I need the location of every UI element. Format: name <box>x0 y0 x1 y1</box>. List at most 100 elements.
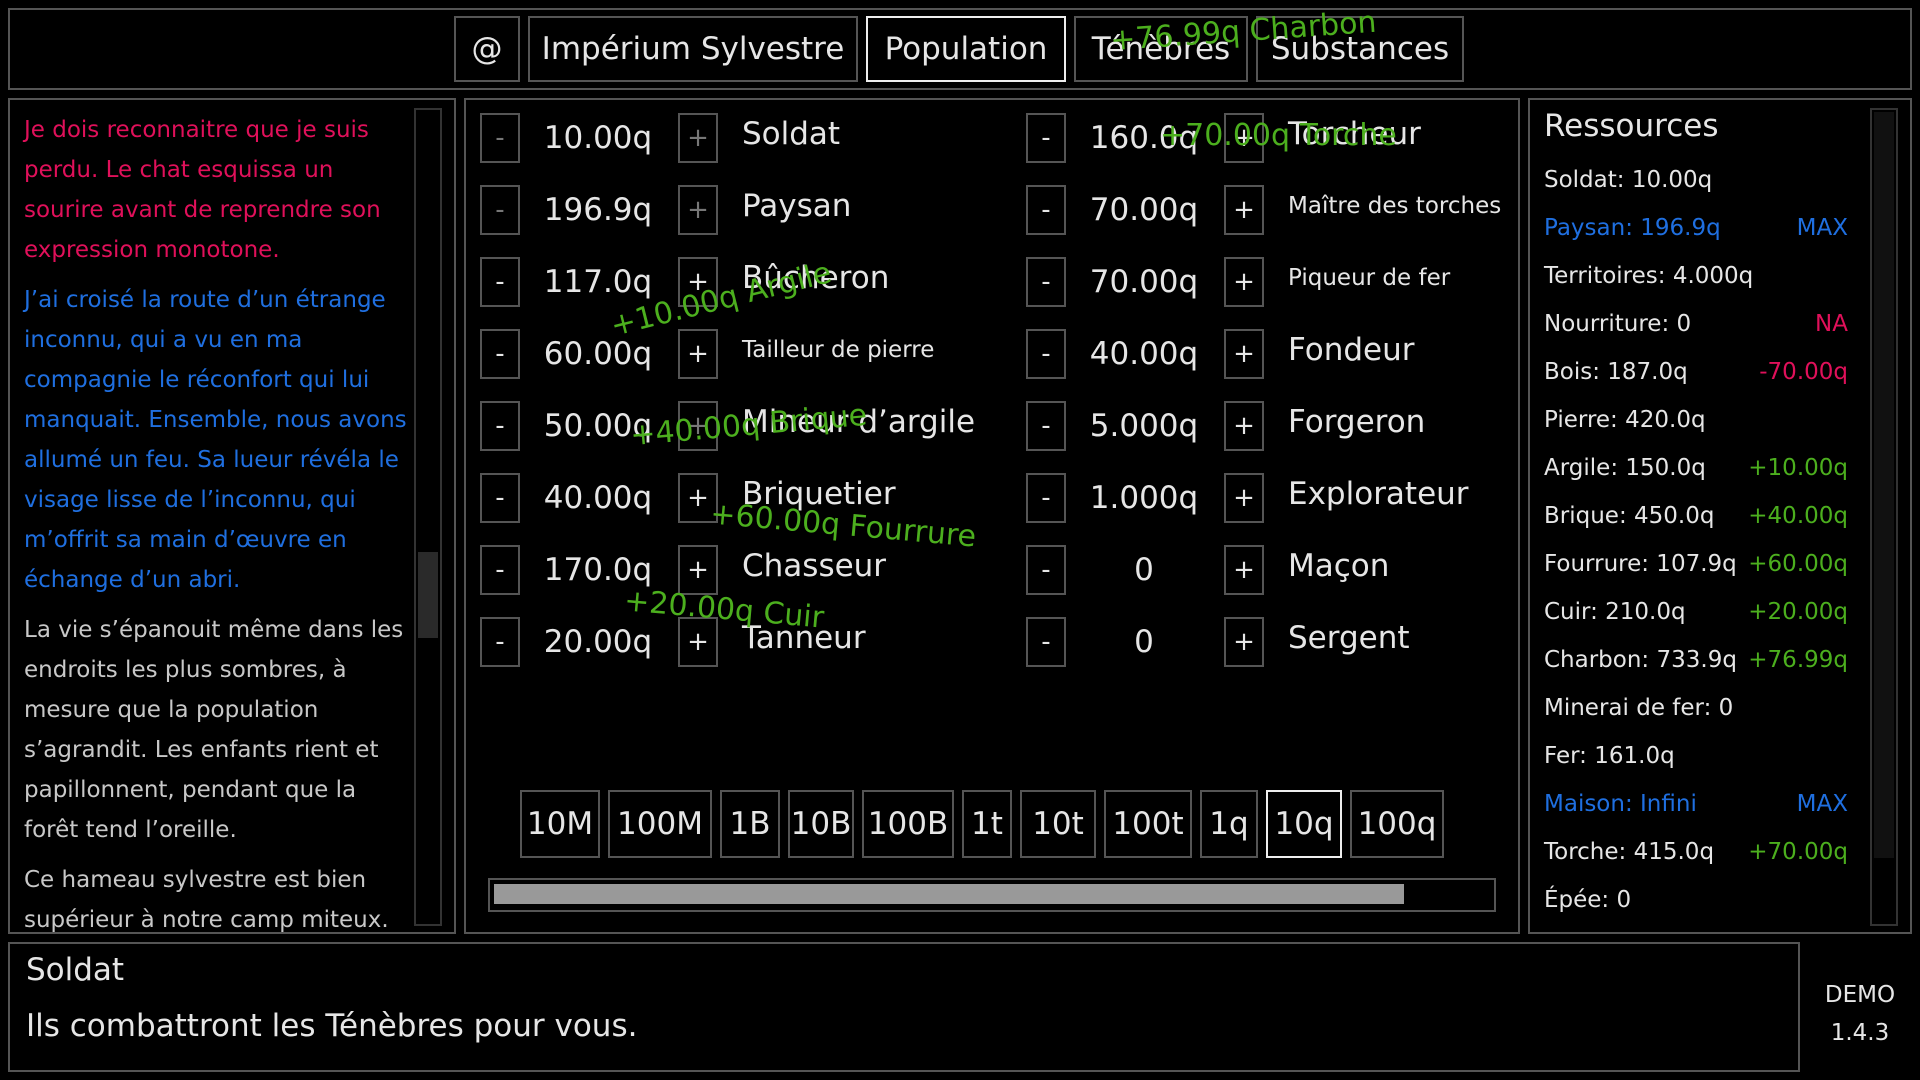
decrease-button[interactable]: - <box>480 185 520 235</box>
decrease-button[interactable]: - <box>1026 401 1066 451</box>
population-quantity: 20.00q <box>543 624 653 660</box>
resource-rate: -70.00q <box>1759 359 1848 385</box>
multiplier-button-10B[interactable]: 10B <box>788 790 854 858</box>
decrease-button[interactable]: - <box>1026 185 1066 235</box>
population-quantity: 40.00q <box>1089 336 1199 372</box>
progress-bar <box>488 878 1496 912</box>
multiplier-button-100B[interactable]: 100B <box>862 790 954 858</box>
population-quantity: 5.000q <box>1089 408 1199 444</box>
population-role-name: Explorateur <box>1288 476 1469 512</box>
population-role-name: Bûcheron <box>742 260 890 296</box>
demo-label: DEMO <box>1824 982 1896 1008</box>
multiplier-button-1B[interactable]: 1B <box>720 790 780 858</box>
tab-substances[interactable]: Substances <box>1256 16 1464 82</box>
increase-button[interactable]: + <box>678 401 718 451</box>
decrease-button[interactable]: - <box>480 473 520 523</box>
multiplier-button-10q[interactable]: 10q <box>1266 790 1342 858</box>
decrease-button[interactable]: - <box>1026 545 1066 595</box>
resource-rate: NA <box>1815 311 1848 337</box>
log-scrollbar-thumb[interactable] <box>418 552 438 638</box>
story-log-panel: Je dois reconnaitre que je suis perdu. L… <box>8 98 456 934</box>
increase-button[interactable]: + <box>678 185 718 235</box>
resources-scrollbar[interactable] <box>1870 108 1898 926</box>
population-quantity: 40.00q <box>543 480 653 516</box>
population-role-name: Soldat <box>742 116 841 152</box>
decrease-button[interactable]: - <box>480 617 520 667</box>
tab-tenebres[interactable]: Ténèbres <box>1074 16 1248 82</box>
decrease-button[interactable]: - <box>480 545 520 595</box>
increase-button[interactable]: + <box>1224 257 1264 307</box>
log-paragraph: Ce hameau sylvestre est bien supérieur à… <box>24 867 389 933</box>
resource-rate: +70.00q <box>1748 839 1848 865</box>
log-scrollbar[interactable] <box>414 108 442 926</box>
resource-label: Argile: 150.0q <box>1544 455 1706 481</box>
description-title: Soldat <box>26 952 125 988</box>
decrease-button[interactable]: - <box>1026 257 1066 307</box>
description-text: Ils combattront les Ténèbres pour vous. <box>26 1008 638 1044</box>
decrease-button[interactable]: - <box>480 401 520 451</box>
decrease-button[interactable]: - <box>480 329 520 379</box>
resource-label: Cuir: 210.0q <box>1544 599 1686 625</box>
multiplier-button-1q[interactable]: 1q <box>1200 790 1258 858</box>
log-paragraph: J’ai croisé la route d’un étrange inconn… <box>24 287 407 593</box>
increase-button[interactable]: + <box>1224 401 1264 451</box>
resource-row: Cuir: 210.0q +20.00q <box>1544 592 1848 632</box>
population-role-name: Chasseur <box>742 548 887 584</box>
increase-button[interactable]: + <box>1224 617 1264 667</box>
resource-label: Torche: 415.0q <box>1544 839 1715 865</box>
resource-label: Minerai de fer: 0 <box>1544 695 1734 721</box>
tab-imperium-sylvestre[interactable]: Impérium Sylvestre <box>528 16 858 82</box>
resource-row: Argile: 150.0q +10.00q <box>1544 448 1848 488</box>
version-number: 1.4.3 <box>1830 1020 1890 1046</box>
population-quantity: 170.0q <box>543 552 653 588</box>
increase-button[interactable]: + <box>678 473 718 523</box>
multiplier-button-100t[interactable]: 100t <box>1104 790 1192 858</box>
multiplier-button-100M[interactable]: 100M <box>608 790 712 858</box>
resource-rate: +40.00q <box>1748 503 1848 529</box>
increase-button[interactable]: + <box>1224 329 1264 379</box>
multiplier-button-10t[interactable]: 10t <box>1020 790 1096 858</box>
increase-button[interactable]: + <box>1224 473 1264 523</box>
increase-button[interactable]: + <box>678 545 718 595</box>
multiplier-button-10M[interactable]: 10M <box>520 790 600 858</box>
decrease-button[interactable]: - <box>1026 473 1066 523</box>
story-log-text: Je dois reconnaitre que je suis perdu. L… <box>24 110 414 933</box>
multiplier-button-100q[interactable]: 100q <box>1350 790 1444 858</box>
resource-label: Soldat: 10.00q <box>1544 167 1713 193</box>
resource-row: Territoires: 4.000q <box>1544 256 1848 296</box>
decrease-button[interactable]: - <box>1026 113 1066 163</box>
increase-button[interactable]: + <box>678 113 718 163</box>
decrease-button[interactable]: - <box>1026 329 1066 379</box>
multiplier-button-1t[interactable]: 1t <box>962 790 1012 858</box>
resources-scrollbar-thumb[interactable] <box>1874 112 1894 858</box>
increase-button[interactable]: + <box>1224 545 1264 595</box>
resources-panel: Ressources Soldat: 10.00q Paysan: 196.9q M… <box>1528 98 1912 934</box>
resource-rate: +60.00q <box>1748 551 1848 577</box>
population-role-name: Maçon <box>1288 548 1390 584</box>
increase-button[interactable]: + <box>1224 113 1264 163</box>
resource-row: Fourrure: 107.9q +60.00q <box>1544 544 1848 584</box>
tab-at[interactable]: @ <box>454 16 520 82</box>
resource-rate: +76.99q <box>1748 647 1848 673</box>
resource-row: Pierre: 420.0q <box>1544 400 1848 440</box>
population-role-name: Maître des torches <box>1288 193 1502 219</box>
tab-population[interactable]: Population <box>866 16 1066 82</box>
increase-button[interactable]: + <box>678 617 718 667</box>
increase-button[interactable]: + <box>678 329 718 379</box>
resource-row: Épée: 0 <box>1544 880 1848 920</box>
resource-row: Torche: 415.0q +70.00q <box>1544 832 1848 872</box>
decrease-button[interactable]: - <box>480 113 520 163</box>
population-role-name: Piqueur de fer <box>1288 265 1451 291</box>
increase-button[interactable]: + <box>1224 185 1264 235</box>
decrease-button[interactable]: - <box>480 257 520 307</box>
population-role-name: Fondeur <box>1288 332 1415 368</box>
population-role-name: Paysan <box>742 188 852 224</box>
resource-row: Brique: 450.0q +40.00q <box>1544 496 1848 536</box>
increase-button[interactable]: + <box>678 257 718 307</box>
population-quantity: 10.00q <box>543 120 653 156</box>
resource-row: Nourriture: 0 NA <box>1544 304 1848 344</box>
version-info: DEMO 1.4.3 <box>1808 976 1912 1052</box>
population-quantity: 70.00q <box>1089 264 1199 300</box>
decrease-button[interactable]: - <box>1026 617 1066 667</box>
resource-label: Pierre: 420.0q <box>1544 407 1706 433</box>
